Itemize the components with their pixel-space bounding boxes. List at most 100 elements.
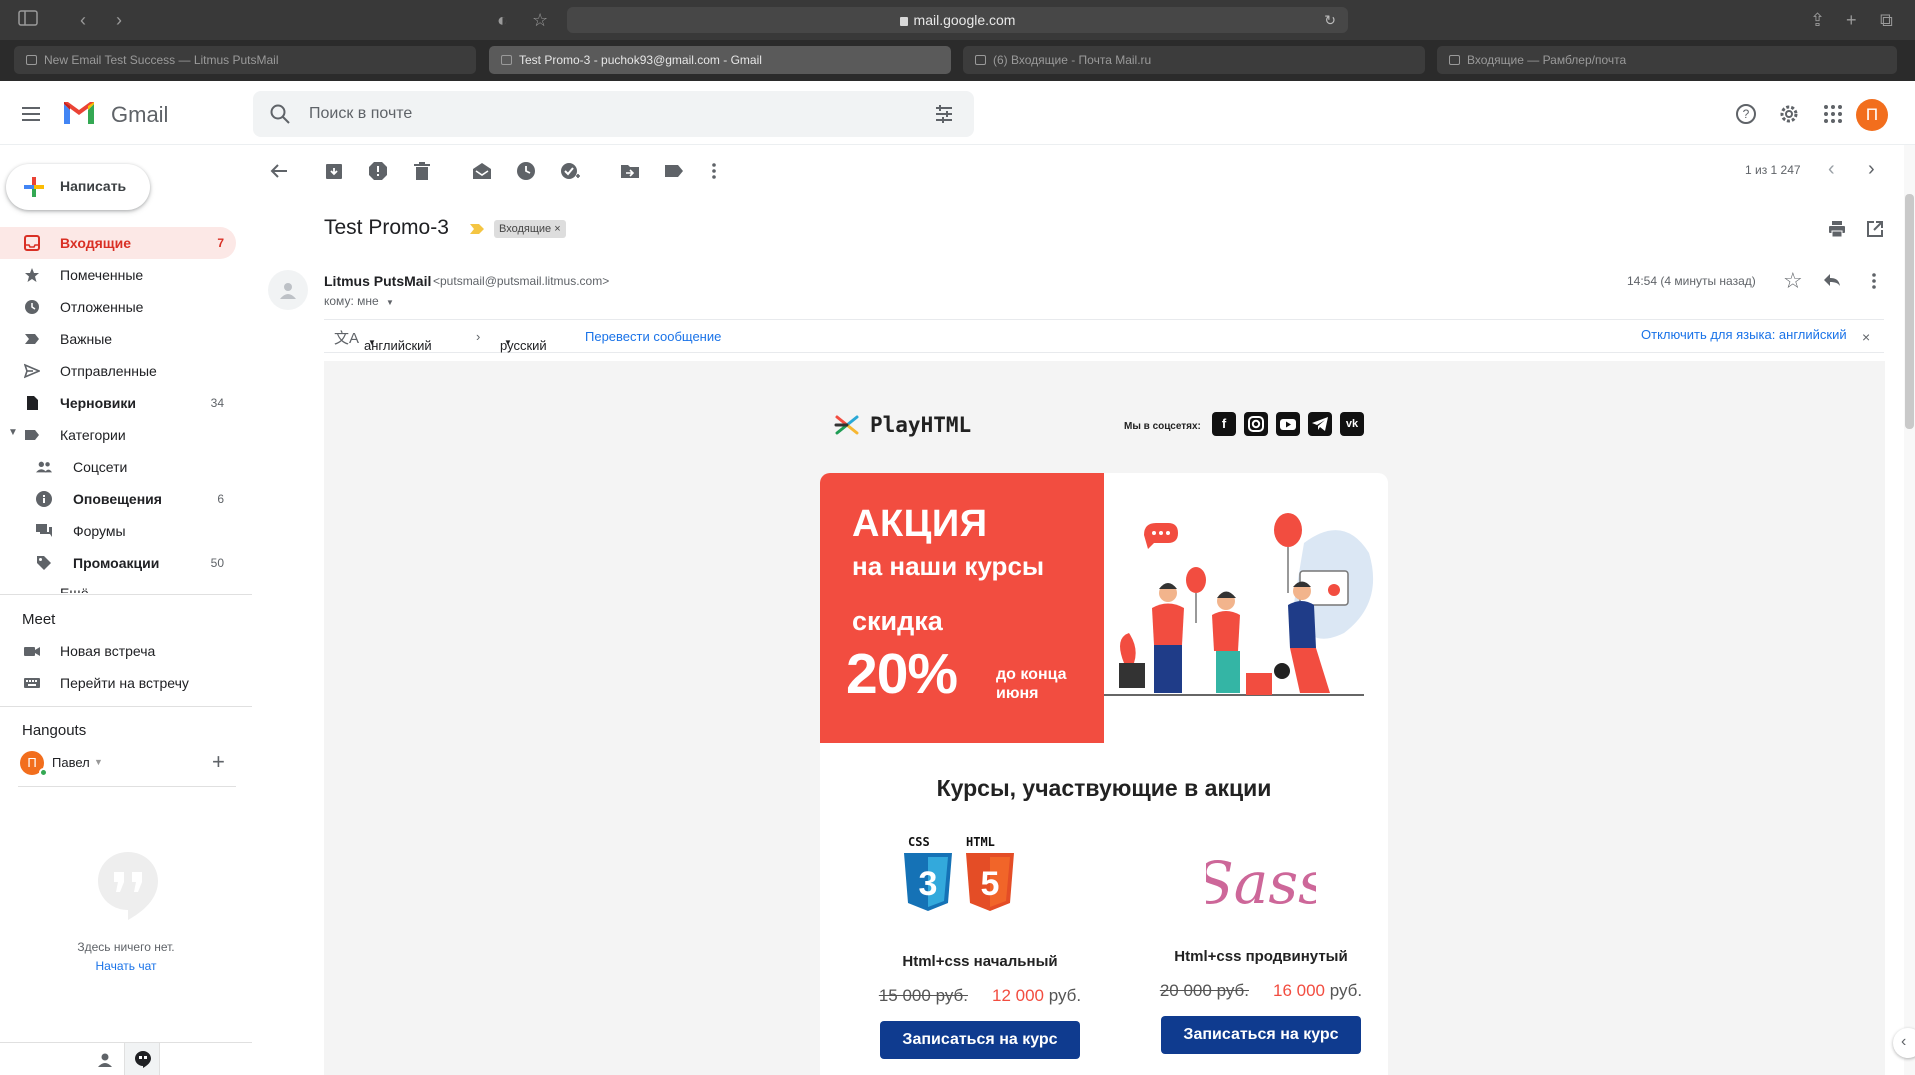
archive-icon[interactable] — [324, 161, 344, 181]
sidebar-item-snoozed[interactable]: Отложенные — [0, 291, 236, 323]
move-to-icon[interactable] — [620, 161, 640, 181]
sidebar-item-inbox[interactable]: Входящие 7 — [0, 227, 236, 259]
people-icon — [36, 461, 52, 473]
translate-message-link[interactable]: Перевести сообщение — [585, 329, 721, 344]
label-icon — [25, 430, 39, 440]
settings-gear-icon[interactable] — [1778, 103, 1800, 125]
label-chip-inbox[interactable]: Входящие × — [494, 220, 566, 238]
sidebar-item-forums[interactable]: Форумы — [0, 515, 236, 547]
address-bar[interactable]: mail.google.com ↻ — [567, 7, 1348, 33]
sidebar-item-important[interactable]: Важные — [0, 323, 236, 355]
print-icon[interactable] — [1828, 220, 1846, 238]
sidebar-item-sent[interactable]: Отправленные — [0, 355, 236, 387]
course-name: Html+css продвинутый — [1174, 948, 1348, 965]
meet-new-meeting[interactable]: Новая встреча — [0, 635, 236, 667]
browser-tab[interactable]: New Email Test Success — Litmus PutsMail — [14, 46, 476, 74]
more-vert-icon[interactable] — [704, 161, 724, 181]
add-task-icon[interactable] — [560, 161, 580, 181]
back-arrow-icon[interactable] — [269, 161, 289, 181]
person-icon[interactable] — [97, 1052, 113, 1068]
sidebar-divider — [0, 594, 252, 595]
instagram-icon[interactable] — [1244, 412, 1268, 436]
youtube-icon[interactable] — [1276, 412, 1300, 436]
sidebar-item-more[interactable]: Ещё — [0, 579, 236, 593]
more-options-icon[interactable] — [1864, 271, 1884, 291]
help-icon[interactable]: ? — [1735, 103, 1757, 125]
sidebar-item-drafts[interactable]: Черновики 34 — [0, 387, 236, 419]
drafts-count: 34 — [210, 396, 224, 410]
start-chat-link[interactable]: Начать чат — [0, 959, 252, 973]
next-page-icon[interactable]: › — [1868, 158, 1875, 181]
gmail-logo-icon[interactable] — [62, 100, 96, 126]
promo-card: АКЦИЯ на наши курсы скидка 20% до конца … — [820, 473, 1388, 1075]
search-icon[interactable] — [269, 103, 291, 125]
currency: руб. — [1048, 986, 1082, 1005]
expand-caret-icon[interactable]: ▼ — [8, 427, 18, 438]
reply-icon[interactable] — [1823, 273, 1841, 287]
old-price: 20 000 руб. — [1159, 981, 1249, 1000]
snooze-clock-icon[interactable] — [516, 161, 536, 181]
back-nav-icon[interactable]: ‹ — [80, 10, 86, 30]
report-spam-icon[interactable] — [368, 161, 388, 181]
enroll-button[interactable]: Записаться на курс — [880, 1021, 1080, 1059]
new-tab-icon[interactable]: + — [1846, 10, 1857, 30]
compose-button[interactable]: Написать — [6, 164, 150, 210]
account-avatar[interactable]: П — [1856, 99, 1888, 131]
email-body: PlayHTML Мы в соцсетях: f vk АКЦИЯ на на… — [324, 361, 1885, 1075]
tab-overview-icon[interactable]: ⧉ — [1880, 10, 1893, 30]
star-message-icon[interactable]: ☆ — [1783, 268, 1803, 294]
empty-chat-text: Здесь ничего нет. — [77, 940, 175, 954]
add-contact-icon[interactable]: + — [212, 749, 225, 775]
online-status-dot — [39, 768, 48, 777]
mark-unread-icon[interactable] — [472, 161, 492, 181]
delete-trash-icon[interactable] — [412, 161, 432, 181]
main-menu-icon[interactable] — [22, 107, 40, 121]
send-icon — [24, 363, 40, 379]
browser-tab[interactable]: (6) Входящие - Почта Mail.ru — [963, 46, 1425, 74]
sender-avatar[interactable] — [268, 270, 308, 310]
sender-name[interactable]: Litmus PutsMail — [324, 273, 431, 289]
hangouts-empty: Здесь ничего нет. Начать чат — [0, 940, 252, 973]
share-icon[interactable]: ⇪ — [1810, 10, 1825, 30]
reload-icon[interactable]: ↻ — [1324, 7, 1336, 33]
details-caret-icon[interactable]: ▼ — [386, 298, 394, 307]
new-price: 12 000 — [991, 986, 1044, 1005]
importance-marker-icon[interactable] — [469, 222, 485, 236]
forward-nav-icon[interactable]: › — [116, 10, 122, 30]
search-options-icon[interactable] — [934, 104, 954, 124]
search-input[interactable]: Поиск в почте — [253, 91, 974, 137]
sidebar-toggle-icon[interactable] — [18, 10, 38, 30]
enroll-button[interactable]: Записаться на курс — [1161, 1016, 1361, 1054]
vk-icon[interactable]: vk — [1340, 412, 1364, 436]
meet-join-meeting[interactable]: Перейти на встречу — [0, 667, 236, 699]
remove-label-icon[interactable]: × — [554, 223, 560, 235]
bookmark-star-icon[interactable]: ☆ — [532, 10, 548, 30]
sidebar-item-promotions[interactable]: Промоакции 50 — [0, 547, 236, 579]
course-name: Html+css начальный — [902, 953, 1058, 970]
close-translate-icon[interactable]: × — [1862, 329, 1870, 345]
new-price: 16 000 — [1272, 981, 1325, 1000]
side-panel-toggle-icon[interactable]: ‹ — [1893, 1028, 1915, 1058]
sidebar-item-updates[interactable]: Оповещения 6 — [0, 483, 236, 515]
status-caret-icon[interactable]: ▼ — [94, 757, 103, 767]
prev-page-icon[interactable]: ‹ — [1828, 158, 1835, 181]
dropdown-caret-icon: ▼ — [504, 338, 512, 347]
browser-tab[interactable]: Входящие — Рамблер/почта — [1437, 46, 1897, 74]
svg-text:?: ? — [1743, 107, 1750, 121]
open-new-window-icon[interactable] — [1866, 220, 1884, 238]
scrollbar-thumb[interactable] — [1905, 194, 1914, 429]
hangouts-tab-icon[interactable] — [124, 1043, 160, 1075]
apps-grid-icon[interactable] — [1822, 103, 1844, 125]
disable-translation-link[interactable]: Отключить для языка: английский — [1641, 327, 1847, 342]
sidebar-item-categories[interactable]: ▼ Категории — [0, 419, 236, 451]
recipients-toggle[interactable]: кому: мне ▼ — [324, 294, 394, 308]
shield-icon[interactable]: ◐ — [497, 10, 508, 30]
sidebar-item-social[interactable]: Соцсети — [0, 451, 236, 483]
sidebar-item-starred[interactable]: Помеченные — [0, 259, 236, 291]
lock-icon — [899, 17, 908, 26]
browser-tab-active[interactable]: Test Promo-3 - puchok93@gmail.com - Gmai… — [489, 46, 951, 74]
facebook-icon[interactable]: f — [1212, 412, 1236, 436]
label-tag-icon[interactable] — [664, 161, 684, 181]
telegram-icon[interactable] — [1308, 412, 1332, 436]
html5-shield-icon: 5 — [966, 853, 1014, 911]
